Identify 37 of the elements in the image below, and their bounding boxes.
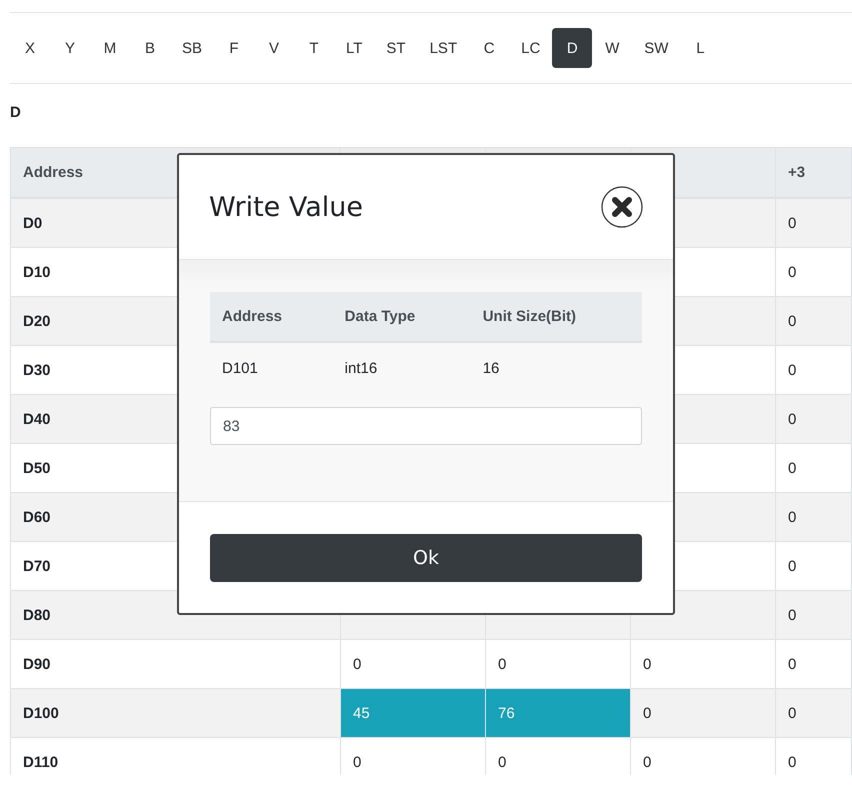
close-icon[interactable] bbox=[601, 186, 643, 228]
tab[interactable]: L bbox=[680, 28, 720, 68]
section-title: D bbox=[10, 104, 22, 121]
value-cell: 76 bbox=[486, 688, 630, 738]
tab[interactable]: B bbox=[130, 28, 170, 68]
tab[interactable]: V bbox=[254, 28, 294, 68]
tab[interactable]: SB bbox=[170, 28, 214, 68]
ok-button[interactable]: Ok bbox=[210, 534, 642, 582]
value-cell: 0 bbox=[776, 590, 852, 640]
tab[interactable]: T bbox=[294, 28, 334, 68]
tab[interactable]: ST bbox=[374, 28, 418, 68]
tab[interactable]: C bbox=[469, 28, 510, 68]
column-header: Unit Size(Bit) bbox=[470, 292, 642, 342]
tab[interactable]: X bbox=[10, 28, 50, 68]
tab[interactable]: F bbox=[214, 28, 254, 68]
value-cell: 0 bbox=[776, 394, 852, 444]
tab[interactable]: SW bbox=[632, 28, 680, 68]
column-header: +3 bbox=[776, 148, 852, 198]
value-cell: 0 bbox=[630, 688, 776, 738]
table-cell: 16 bbox=[470, 342, 642, 393]
value-cell: 0 bbox=[776, 688, 852, 738]
column-header: Address bbox=[210, 292, 333, 342]
value-cell: 0 bbox=[776, 198, 852, 248]
tab[interactable]: D bbox=[552, 28, 592, 68]
tab[interactable]: LT bbox=[334, 28, 374, 68]
tab[interactable]: M bbox=[90, 28, 130, 68]
value-input[interactable]: 83 bbox=[210, 407, 642, 445]
value-cell: 45 bbox=[340, 688, 486, 738]
tab[interactable]: Y bbox=[50, 28, 90, 68]
value-cell: 0 bbox=[776, 296, 852, 346]
tab[interactable]: W bbox=[592, 28, 632, 68]
address-cell: D100 bbox=[10, 688, 340, 738]
value-cell: 0 bbox=[776, 492, 852, 542]
column-header: Data Type bbox=[332, 292, 471, 342]
tab[interactable]: LST bbox=[418, 28, 470, 68]
address-cell: D110 bbox=[10, 738, 340, 775]
tab[interactable]: LC bbox=[509, 28, 552, 68]
